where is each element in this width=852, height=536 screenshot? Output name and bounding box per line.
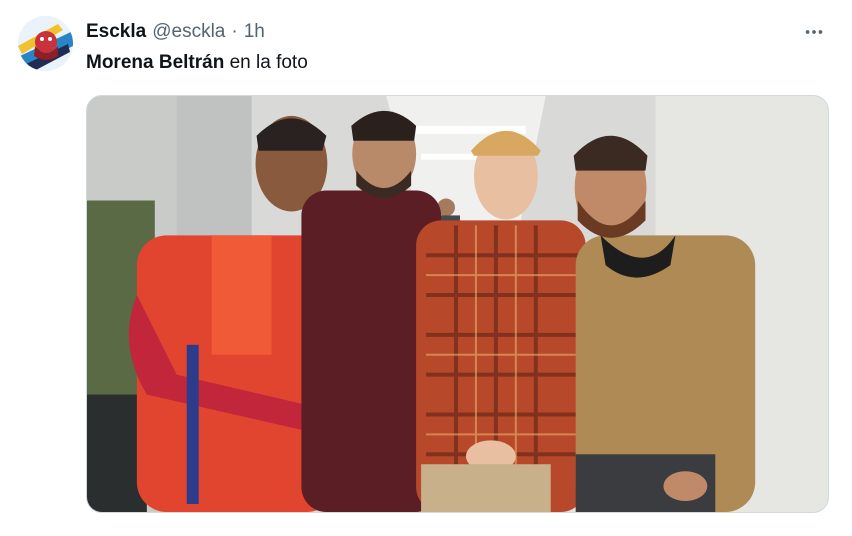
tweet-text-bold: Morena Beltrán bbox=[86, 52, 225, 73]
avatar[interactable] bbox=[18, 16, 73, 71]
tweet-header: Esckla @esckla · 1h bbox=[86, 20, 265, 44]
photo-image bbox=[87, 96, 828, 512]
avatar-image bbox=[18, 16, 73, 71]
user-handle[interactable]: @esckla bbox=[152, 20, 225, 44]
timestamp[interactable]: 1h bbox=[244, 20, 265, 44]
tweet-text-rest: en la foto bbox=[224, 52, 308, 73]
more-horizontal-icon bbox=[805, 30, 823, 34]
separator-dot: · bbox=[231, 21, 238, 42]
tweet-photo[interactable] bbox=[86, 95, 829, 513]
more-options-button[interactable] bbox=[800, 18, 828, 46]
display-name[interactable]: Esckla bbox=[86, 20, 146, 44]
tweet: Esckla @esckla · 1h Morena Beltrán en la… bbox=[0, 0, 852, 536]
tweet-text: Morena Beltrán en la foto bbox=[86, 50, 308, 76]
